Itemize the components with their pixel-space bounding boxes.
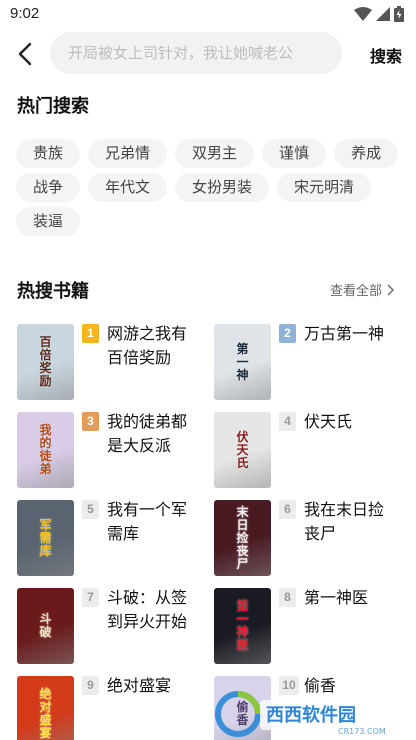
book-item[interactable]: 我的徒弟 3 我的徒弟都是大反派 bbox=[17, 411, 214, 499]
hot-search-title: 热门搜索 bbox=[17, 96, 89, 116]
book-title: 第一神医 bbox=[304, 590, 369, 607]
book-item[interactable]: 伏天氏 4 伏天氏 bbox=[214, 411, 401, 499]
search-box[interactable] bbox=[50, 32, 342, 74]
book-cover: 斗破 bbox=[17, 588, 74, 664]
rank-badge: 3 bbox=[82, 412, 99, 431]
rank-badge: 9 bbox=[82, 676, 99, 695]
book-title: 绝对盛宴 bbox=[107, 678, 172, 695]
book-cover: 第一神 bbox=[214, 324, 271, 400]
book-cover: 我的徒弟 bbox=[17, 412, 74, 488]
cover-art: 绝对盛宴 bbox=[39, 687, 52, 740]
hot-search-tag[interactable]: 宋元明清 bbox=[277, 173, 372, 202]
search-button[interactable]: 搜索 bbox=[370, 43, 402, 67]
book-title: 我有一个军需库 bbox=[107, 502, 188, 543]
hot-search-tag[interactable]: 女扮男装 bbox=[175, 173, 270, 202]
battery-icon bbox=[394, 6, 404, 22]
hot-books-title: 热搜书籍 bbox=[17, 281, 89, 301]
cover-art: 百倍奖励 bbox=[39, 335, 52, 388]
book-item[interactable]: 第一神 2 万古第一神 bbox=[214, 323, 401, 411]
status-icons bbox=[354, 6, 404, 22]
hot-search-tags: 贵族 兄弟情 双男主 谨慎 养成 战争 年代文 女扮男装 宋元明清 装逼 bbox=[16, 139, 400, 236]
rank-badge: 7 bbox=[82, 588, 99, 607]
search-input[interactable] bbox=[68, 44, 342, 62]
book-cover: 伏天氏 bbox=[214, 412, 271, 488]
rank-badge: 6 bbox=[279, 500, 296, 519]
cover-art: 第一神 bbox=[236, 341, 249, 382]
svg-text:CR173.COM: CR173.COM bbox=[338, 727, 386, 736]
cover-art: 军需库 bbox=[39, 517, 52, 558]
wifi-icon bbox=[354, 7, 372, 21]
svg-text:西西软件园: 西西软件园 bbox=[266, 704, 356, 726]
hot-search-tag[interactable]: 双男主 bbox=[175, 139, 255, 168]
hot-books-list: 百倍奖励 1 网游之我有百倍奖励 第一神 2 万古第一神 我的徒弟 3 我的徒弟… bbox=[17, 323, 401, 740]
hot-search-tag[interactable]: 战争 bbox=[16, 173, 81, 202]
rank-badge: 8 bbox=[279, 588, 296, 607]
hot-search-tag[interactable]: 兄弟情 bbox=[88, 139, 168, 168]
chevron-left-icon[interactable] bbox=[14, 41, 38, 67]
hot-search-tag[interactable]: 养成 bbox=[334, 139, 399, 168]
hot-search-tag[interactable]: 装逼 bbox=[16, 207, 81, 236]
book-cover: 绝对盛宴 bbox=[17, 676, 74, 740]
book-title: 万古第一神 bbox=[304, 326, 385, 343]
book-item[interactable]: 百倍奖励 1 网游之我有百倍奖励 bbox=[17, 323, 214, 411]
hot-search-tag[interactable]: 谨慎 bbox=[262, 139, 327, 168]
cover-art: 我的徒弟 bbox=[39, 423, 52, 476]
status-bar: 9:02 bbox=[0, 0, 416, 28]
book-cover: 末日捡丧尸 bbox=[214, 500, 271, 576]
book-cover: 第一神医 bbox=[214, 588, 271, 664]
book-item[interactable]: 末日捡丧尸 6 我在末日捡丧尸 bbox=[214, 499, 401, 587]
book-item[interactable]: 第一神医 8 第一神医 bbox=[214, 587, 401, 675]
status-time: 9:02 bbox=[10, 5, 40, 22]
search-header: 搜索 bbox=[0, 32, 416, 76]
rank-badge: 1 bbox=[82, 324, 99, 343]
cover-art: 伏天氏 bbox=[236, 429, 249, 470]
book-item[interactable]: 绝对盛宴 9 绝对盛宴 bbox=[17, 675, 214, 740]
rank-badge: 4 bbox=[279, 412, 296, 431]
book-cover: 百倍奖励 bbox=[17, 324, 74, 400]
cover-art: 末日捡丧尸 bbox=[236, 504, 249, 571]
cover-art: 第一神医 bbox=[236, 599, 249, 652]
cover-art: 斗破 bbox=[39, 612, 52, 639]
view-all-link[interactable]: 查看全部 bbox=[330, 280, 394, 299]
hot-search-tag[interactable]: 贵族 bbox=[16, 139, 81, 168]
chevron-right-icon bbox=[387, 284, 394, 295]
signal-icon bbox=[376, 7, 390, 21]
book-title: 网游之我有百倍奖励 bbox=[107, 326, 188, 367]
book-item[interactable]: 斗破 7 斗破：从签到异火开始 bbox=[17, 587, 214, 675]
rank-badge: 5 bbox=[82, 500, 99, 519]
hot-search-tag[interactable]: 年代文 bbox=[88, 173, 168, 202]
book-title: 伏天氏 bbox=[304, 414, 353, 431]
rank-badge: 2 bbox=[279, 324, 296, 343]
watermark-logo: 西西软件园 CR173.COM bbox=[215, 691, 394, 737]
book-title: 我的徒弟都是大反派 bbox=[107, 414, 188, 455]
book-item[interactable]: 军需库 5 我有一个军需库 bbox=[17, 499, 214, 587]
book-title: 我在末日捡丧尸 bbox=[304, 502, 385, 543]
view-all-label: 查看全部 bbox=[329, 283, 382, 298]
book-title: 斗破：从签到异火开始 bbox=[107, 590, 188, 631]
book-cover: 军需库 bbox=[17, 500, 74, 576]
